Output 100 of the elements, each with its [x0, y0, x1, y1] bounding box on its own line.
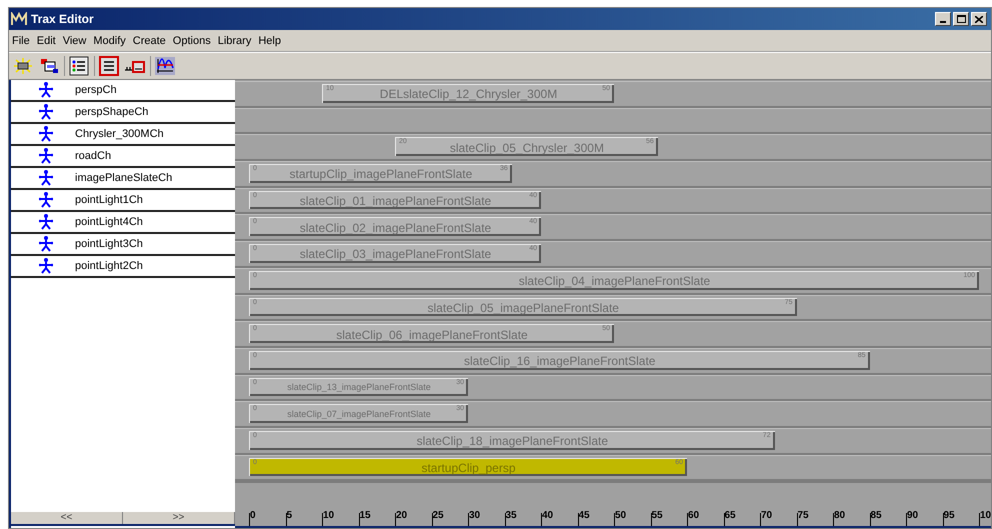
character-row[interactable]: perspCh [11, 80, 235, 102]
ruler-label: 35 [506, 511, 517, 521]
ruler-label: 80 [834, 511, 846, 521]
ruler-label: 65 [724, 511, 736, 521]
clip-blocks-icon[interactable] [38, 56, 60, 76]
menu-item[interactable]: Modify [93, 33, 126, 50]
clip-name: slateClip_06_imagePlaneFrontSlate [336, 326, 528, 344]
ruler-label: 20 [396, 511, 408, 521]
ruler-tick [906, 513, 907, 526]
app-logo-icon [11, 12, 27, 26]
light-burst-icon[interactable] [12, 56, 34, 76]
ruler-label: 85 [870, 511, 882, 521]
character-icon [39, 82, 53, 98]
ruler-tick [468, 513, 469, 526]
clip-name: startupClip_imagePlaneFrontSlate [290, 166, 472, 184]
clip-name: slateClip_07_imagePlaneFrontSlate [287, 408, 431, 421]
maximize-icon [956, 15, 966, 23]
character-icon [39, 192, 53, 208]
ruler-tick [942, 513, 944, 526]
clip-name: slateClip_13_imagePlaneFrontSlate [287, 381, 431, 394]
character-name: perspShapeCh [75, 104, 148, 120]
clip-name: slateClip_04_imagePlaneFrontSlate [518, 273, 710, 290]
ruler-label: 90 [907, 511, 918, 521]
character-row[interactable]: pointLight1Ch [11, 190, 235, 212]
scroll-right-button[interactable]: >> [123, 512, 235, 524]
ruler-label: 70 [761, 511, 772, 521]
menu-item[interactable]: Edit [36, 33, 56, 50]
menu-item[interactable]: Library [218, 33, 252, 50]
ruler-tick [760, 513, 761, 526]
character-icon [39, 236, 53, 252]
close-button[interactable] [971, 12, 987, 26]
character-row[interactable]: Chrysler_300MCh [11, 124, 235, 146]
ruler-label: 60 [688, 511, 700, 521]
character-name: pointLight2Ch [75, 258, 143, 274]
ruler-tick [979, 513, 980, 526]
menu-item[interactable]: File [12, 33, 30, 50]
character-name: perspCh [75, 82, 117, 98]
ruler-label: 95 [944, 511, 955, 521]
minimize-icon [940, 21, 946, 23]
graph-icon[interactable] [154, 56, 176, 76]
clip-name: slateClip_03_imagePlaneFrontSlate [300, 246, 492, 264]
ruler-label: 75 [798, 511, 809, 521]
ruler-tick [358, 513, 360, 526]
menu-item[interactable]: View [62, 33, 86, 50]
ruler-tick [541, 513, 542, 526]
window-title: Trax Editor [31, 11, 94, 28]
character-name: imagePlaneSlateCh [75, 170, 172, 186]
character-name: pointLight3Ch [75, 236, 143, 252]
ruler-label: 0 [250, 511, 256, 521]
character-row[interactable]: imagePlaneSlateCh [11, 168, 235, 190]
character-icon [39, 148, 53, 164]
character-icon [39, 104, 53, 120]
ruler-tick [249, 513, 250, 526]
ruler-label: 50 [615, 511, 626, 521]
ruler-tick [614, 513, 615, 526]
clip-name: slateClip_18_imagePlaneFrontSlate [416, 433, 608, 450]
ruler-label: 5 [286, 511, 292, 521]
clip-name: slateClip_05_imagePlaneFrontSlate [428, 300, 619, 317]
character-row[interactable]: pointLight3Ch [11, 234, 235, 256]
ruler-label: 10 [323, 511, 334, 521]
ruler-label: 45 [578, 511, 590, 521]
character-name: pointLight1Ch [75, 192, 143, 208]
list-icon[interactable] [68, 56, 90, 76]
character-row[interactable]: perspShapeCh [11, 102, 235, 124]
character-row[interactable]: pointLight2Ch [11, 256, 235, 278]
ruler-tick [504, 513, 506, 526]
menu-item[interactable]: Create [132, 33, 166, 50]
ruler-label: 40 [542, 511, 554, 521]
character-name: roadCh [75, 148, 112, 164]
clip-name: slateClip_16_imagePlaneFrontSlate [464, 353, 656, 370]
character-icon [39, 258, 53, 274]
ruler-label: 25 [432, 511, 444, 521]
menu-item[interactable]: Options [172, 33, 211, 50]
ruler-tick [395, 513, 396, 526]
clip-name: slateClip_02_imagePlaneFrontSlate [300, 220, 492, 237]
clip-name: startupClip_persp [421, 460, 516, 477]
ruler-tick [796, 513, 798, 526]
clip-name: DELslateClip_12_Chrysler_300M [380, 86, 558, 104]
character-name: Chrysler_300MCh [75, 126, 164, 142]
character-icon [39, 170, 53, 186]
scroll-left-button[interactable]: << [11, 512, 123, 524]
clip-name: slateClip_01_imagePlaneFrontSlate [300, 193, 492, 210]
character-row[interactable]: roadCh [11, 146, 235, 168]
ruler-label: 10 [980, 511, 991, 521]
ruler-label: 55 [652, 511, 663, 521]
character-name: pointLight4Ch [75, 214, 143, 230]
character-icon [39, 214, 53, 230]
menu-item[interactable]: Help [258, 33, 281, 50]
close-icon [975, 16, 983, 22]
clip-name: slateClip_05_Chrysler_300M [450, 140, 604, 157]
ruler-tick [833, 513, 834, 526]
ruler-tick [687, 513, 688, 526]
ruler-label: 30 [469, 511, 480, 521]
ruler-tick [650, 513, 652, 526]
stacked-tracks-icon[interactable] [98, 56, 120, 76]
minimize-button[interactable] [935, 12, 951, 26]
maximize-button[interactable] [953, 12, 969, 26]
ruler-tick [322, 513, 323, 526]
ruler-label: 15 [360, 511, 371, 521]
character-row[interactable]: pointLight4Ch [11, 212, 235, 234]
